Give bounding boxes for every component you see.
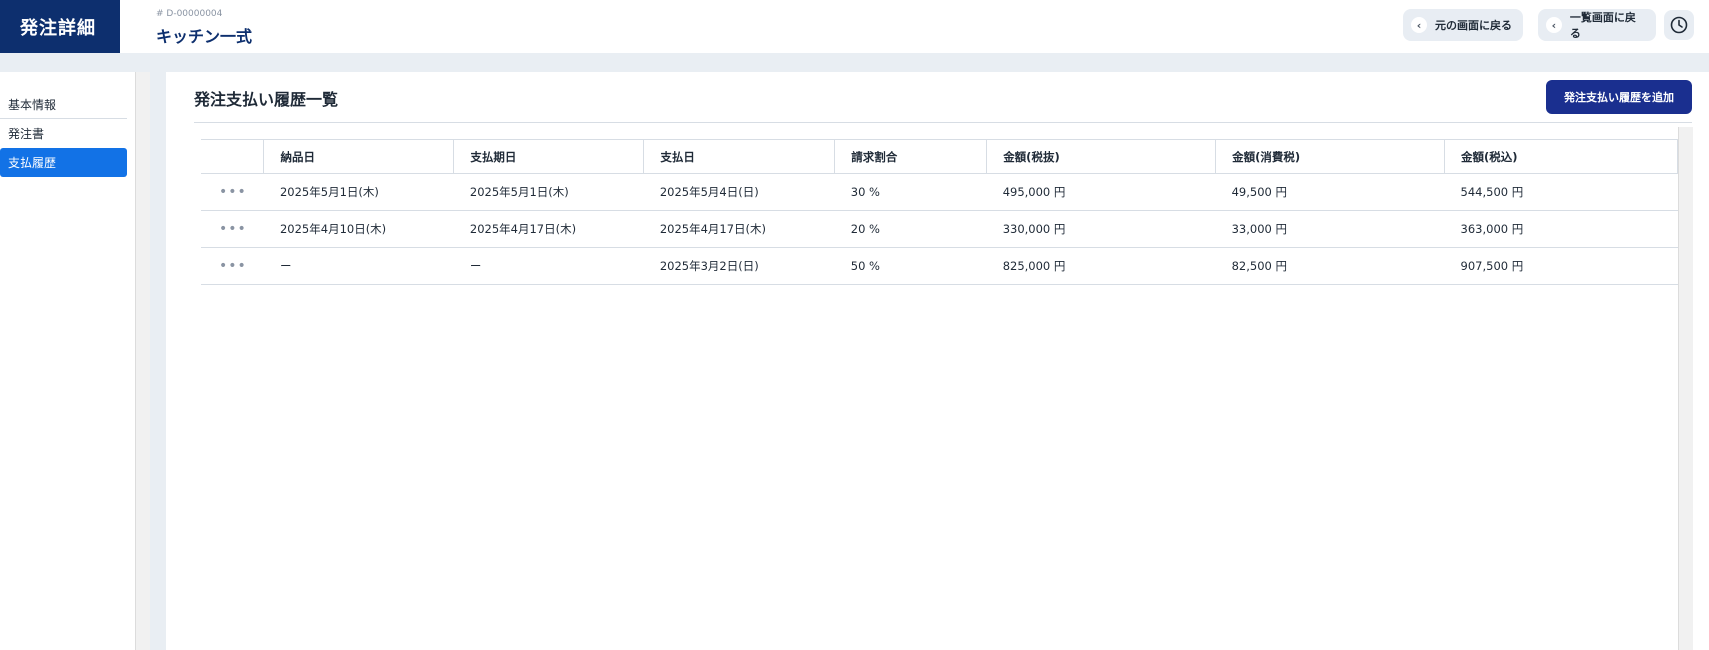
column-header-actions — [201, 139, 264, 174]
cell-amount-incl-tax: 363,000 円 — [1444, 210, 1678, 248]
cell-delivery-date: 2025年5月1日(木) — [263, 173, 454, 211]
cell-billing-ratio: 50 % — [834, 247, 987, 285]
page-brand-title: 発注詳細 — [0, 0, 120, 53]
cell-tax-amount: 49,500 円 — [1215, 173, 1445, 211]
table-row[interactable]: ••• ー ー 2025年3月2日(日) 50 % 825,000 円 82,5… — [201, 247, 1678, 285]
column-header-amount-excl-tax: 金額(税抜) — [986, 139, 1216, 174]
cell-amount-excl-tax: 825,000 円 — [986, 247, 1216, 285]
chevron-left-icon: ‹ — [1411, 17, 1427, 33]
back-to-previous-label: 元の画面に戻る — [1435, 19, 1512, 32]
clock-icon — [1670, 16, 1688, 34]
sidebar-item-purchase-order[interactable]: 発注書 — [0, 119, 127, 148]
table-row[interactable]: ••• 2025年4月10日(木) 2025年4月17日(木) 2025年4月1… — [201, 210, 1678, 248]
cell-due-date: 2025年5月1日(木) — [453, 173, 644, 211]
back-to-list-label: 一覧画面に戻る — [1569, 11, 1636, 40]
payment-history-table: 納品日 支払期日 支払日 請求割合 金額(税抜) 金額(消費税) 金額(税込) … — [201, 139, 1678, 285]
sidebar-item-label: 基本情報 — [8, 97, 57, 112]
cell-delivery-date: ー — [263, 247, 454, 285]
column-header-tax-amount: 金額(消費税) — [1215, 139, 1445, 174]
sidebar-item-basic-info[interactable]: 基本情報 — [0, 90, 127, 119]
back-to-previous-button[interactable]: ‹ 元の画面に戻る — [1403, 9, 1523, 41]
sidebar-item-payment-history[interactable]: 支払履歴 — [0, 148, 127, 177]
table-header-row: 納品日 支払期日 支払日 請求割合 金額(税抜) 金額(消費税) 金額(税込) — [201, 139, 1678, 174]
cell-amount-incl-tax: 907,500 円 — [1444, 247, 1678, 285]
row-menu-icon[interactable]: ••• — [201, 210, 264, 248]
back-to-list-button[interactable]: ‹ 一覧画面に戻る — [1538, 9, 1656, 41]
page-title: 発注支払い履歴一覧 — [194, 90, 339, 109]
column-header-amount-incl-tax: 金額(税込) — [1444, 139, 1678, 174]
app-header: 発注詳細 # D-00000004 キッチン一式 ‹ 元の画面に戻る ‹ 一覧画… — [0, 0, 1709, 53]
row-menu-icon[interactable]: ••• — [201, 173, 264, 211]
column-header-billing-ratio: 請求割合 — [834, 139, 987, 174]
sidebar-item-label: 支払履歴 — [8, 156, 57, 170]
cell-amount-excl-tax: 330,000 円 — [986, 210, 1216, 248]
cell-amount-incl-tax: 544,500 円 — [1444, 173, 1678, 211]
record-title: キッチン一式 — [156, 27, 253, 46]
table-scrollbar[interactable] — [1678, 127, 1693, 650]
sidebar: 基本情報 発注書 支払履歴 — [0, 72, 135, 650]
column-header-payment-date: 支払日 — [643, 139, 835, 174]
sidebar-nav: 基本情報 発注書 支払履歴 — [0, 90, 127, 177]
title-divider — [194, 122, 1692, 123]
cell-payment-date: 2025年3月2日(日) — [643, 247, 835, 285]
record-info: # D-00000004 キッチン一式 — [156, 9, 252, 47]
sidebar-item-label: 発注書 — [8, 127, 45, 141]
add-payment-history-button[interactable]: 発注支払い履歴を追加 — [1546, 80, 1692, 114]
row-menu-icon[interactable]: ••• — [201, 247, 264, 285]
record-id: # D-00000004 — [156, 9, 223, 19]
cell-tax-amount: 33,000 円 — [1215, 210, 1445, 248]
column-header-due-date: 支払期日 — [453, 139, 644, 174]
cell-tax-amount: 82,500 円 — [1215, 247, 1445, 285]
cell-amount-excl-tax: 495,000 円 — [986, 173, 1216, 211]
cell-payment-date: 2025年4月17日(木) — [643, 210, 835, 248]
cell-billing-ratio: 20 % — [834, 210, 987, 248]
cell-payment-date: 2025年5月4日(日) — [643, 173, 835, 211]
cell-due-date: 2025年4月17日(木) — [453, 210, 644, 248]
table-row[interactable]: ••• 2025年5月1日(木) 2025年5月1日(木) 2025年5月4日(… — [201, 173, 1678, 211]
cell-delivery-date: 2025年4月10日(木) — [263, 210, 454, 248]
chevron-left-icon: ‹ — [1546, 17, 1562, 33]
sidebar-scrollbar[interactable] — [135, 72, 150, 650]
main-panel: 発注支払い履歴一覧 発注支払い履歴を追加 納品日 支払期日 支払日 請求割合 金… — [166, 72, 1709, 650]
cell-due-date: ー — [453, 247, 644, 285]
cell-billing-ratio: 30 % — [834, 173, 987, 211]
history-button[interactable] — [1664, 10, 1694, 40]
column-header-delivery-date: 納品日 — [263, 139, 454, 174]
